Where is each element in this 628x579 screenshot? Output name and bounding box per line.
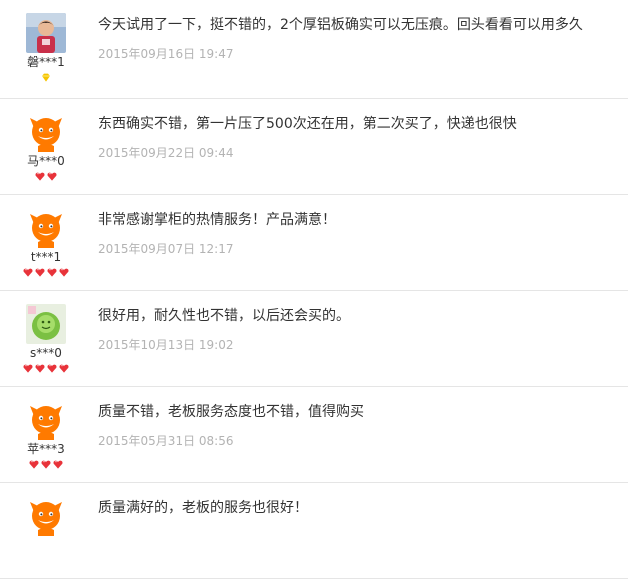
review-list: 磐***1 今天试用了一下，挺不错的，2个厚铝板确实可以无压痕。回头看看可以用多… [0, 0, 628, 579]
reviewer-info: 马***0 [17, 112, 75, 182]
credit-level-badges [17, 266, 75, 278]
avatar[interactable] [26, 304, 66, 344]
review-date: 2015年09月07日 12:17 [98, 242, 234, 256]
reviewer-name[interactable]: s***0 [17, 346, 75, 360]
review-text: 很好用，耐久性也不错，以后还会买的。 [98, 308, 350, 324]
review-date: 2015年09月22日 09:44 [98, 146, 234, 160]
review-item: 马***0 东西确实不错，第一片压了500次还在用，第二次买了，快递也很快 20… [0, 99, 628, 195]
credit-level-badges [17, 71, 75, 83]
reviewer-info: 磐***1 [17, 13, 75, 83]
review-date: 2015年09月16日 19:47 [98, 47, 234, 61]
heart-level-icon [35, 172, 45, 181]
review-text: 非常感谢掌柜的热情服务！产品满意！ [98, 212, 336, 228]
heart-level-icon [41, 460, 51, 469]
heart-level-icon [23, 268, 33, 277]
reviewer-name[interactable]: 马***0 [17, 154, 75, 168]
avatar[interactable] [26, 208, 66, 248]
reviewer-info: t***1 [17, 208, 75, 278]
reviewer-info: 苹***3 [17, 400, 75, 470]
review-text: 质量满好的，老板的服务也很好！ [98, 500, 308, 516]
diamond-level-icon [41, 73, 51, 82]
review-item: 磐***1 今天试用了一下，挺不错的，2个厚铝板确实可以无压痕。回头看看可以用多… [0, 0, 628, 99]
review-text: 东西确实不错，第一片压了500次还在用，第二次买了，快递也很快 [98, 116, 517, 132]
review-content: 质量满好的，老板的服务也很好！ [98, 498, 618, 530]
review-item: t***1 非常感谢掌柜的热情服务！产品满意！ 2015年09月07日 12:1… [0, 195, 628, 291]
review-content: 今天试用了一下，挺不错的，2个厚铝板确实可以无压痕。回头看看可以用多久 2015… [98, 15, 618, 61]
review-content: 质量不错，老板服务态度也不错，值得购买 2015年05月31日 08:56 [98, 402, 618, 448]
credit-level-badges [17, 458, 75, 470]
reviewer-name[interactable]: 磐***1 [17, 55, 75, 69]
heart-level-icon [35, 268, 45, 277]
heart-level-icon [47, 364, 57, 373]
review-item: s***0 很好用，耐久性也不错，以后还会买的。 2015年10月13日 19:… [0, 291, 628, 387]
reviewer-name[interactable]: 苹***3 [17, 442, 75, 456]
reviewer-info: s***0 [17, 304, 75, 374]
review-content: 非常感谢掌柜的热情服务！产品满意！ 2015年09月07日 12:17 [98, 210, 618, 256]
review-text: 今天试用了一下，挺不错的，2个厚铝板确实可以无压痕。回头看看可以用多久 [98, 17, 583, 33]
review-content: 东西确实不错，第一片压了500次还在用，第二次买了，快递也很快 2015年09月… [98, 114, 618, 160]
heart-level-icon [59, 268, 69, 277]
heart-level-icon [29, 460, 39, 469]
heart-level-icon [35, 364, 45, 373]
credit-level-badges [17, 170, 75, 182]
reviewer-name[interactable]: t***1 [17, 250, 75, 264]
avatar[interactable] [26, 400, 66, 440]
heart-level-icon [47, 172, 57, 181]
review-item: 苹***3 质量不错，老板服务态度也不错，值得购买 2015年05月31日 08… [0, 387, 628, 483]
heart-level-icon [23, 364, 33, 373]
heart-level-icon [59, 364, 69, 373]
reviewer-info [17, 496, 75, 550]
review-date: 2015年10月13日 19:02 [98, 338, 234, 352]
heart-level-icon [47, 268, 57, 277]
credit-level-badges [17, 538, 75, 550]
review-text: 质量不错，老板服务态度也不错，值得购买 [98, 404, 364, 420]
review-content: 很好用，耐久性也不错，以后还会买的。 2015年10月13日 19:02 [98, 306, 618, 352]
avatar[interactable] [26, 496, 66, 536]
review-item: 质量满好的，老板的服务也很好！ [0, 483, 628, 579]
credit-level-badges [17, 362, 75, 374]
avatar[interactable] [26, 112, 66, 152]
heart-level-icon [53, 460, 63, 469]
avatar[interactable] [26, 13, 66, 53]
review-date: 2015年05月31日 08:56 [98, 434, 234, 448]
